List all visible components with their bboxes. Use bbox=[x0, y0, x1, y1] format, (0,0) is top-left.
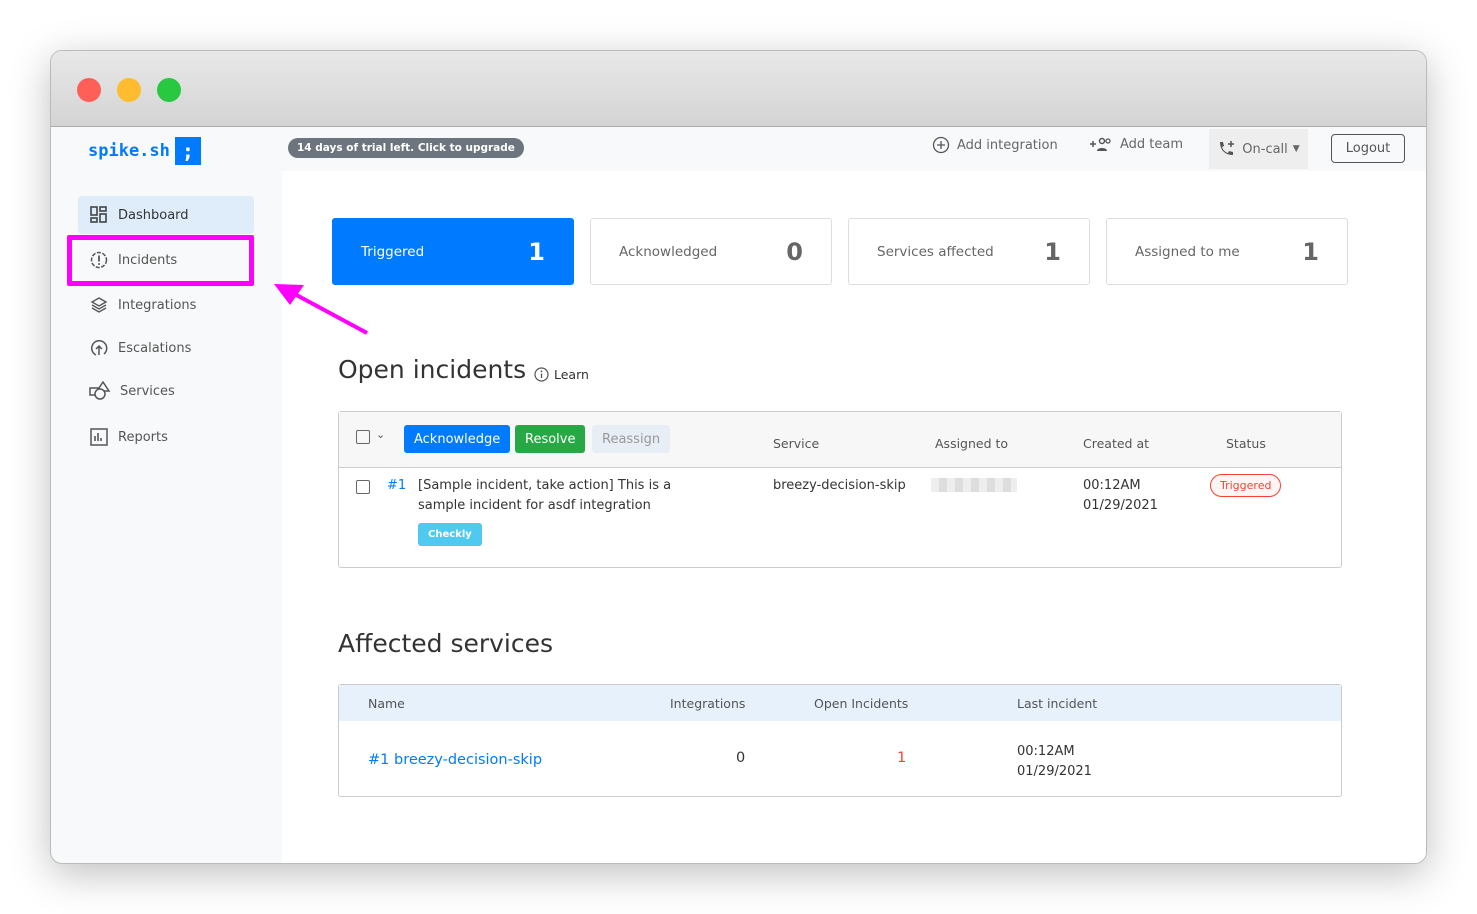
add-integration-label: Add integration bbox=[957, 137, 1058, 153]
layers-icon bbox=[90, 297, 108, 313]
info-icon bbox=[534, 367, 549, 382]
add-integration-link[interactable]: Add integration bbox=[932, 136, 1058, 154]
affected-services-table: Name Integrations Open Incidents Last in… bbox=[338, 684, 1342, 797]
acknowledge-button[interactable]: Acknowledge bbox=[404, 425, 511, 453]
resolve-button[interactable]: Resolve bbox=[515, 425, 586, 453]
sidebar-item-label: Reports bbox=[118, 429, 168, 445]
column-header-open-incidents: Open Incidents bbox=[814, 696, 909, 711]
plus-circle-icon bbox=[932, 136, 950, 154]
logout-button[interactable]: Logout bbox=[1331, 134, 1405, 163]
column-header-last-incident: Last incident bbox=[1017, 696, 1098, 711]
reports-icon bbox=[90, 428, 108, 446]
add-team-link[interactable]: Add team bbox=[1089, 136, 1183, 152]
incident-service: breezy-decision-skip bbox=[773, 478, 906, 493]
column-header-created-at: Created at bbox=[1083, 436, 1150, 451]
learn-label: Learn bbox=[554, 367, 589, 382]
browser-window: spike.sh; 14 days of trial left. Click t… bbox=[50, 50, 1427, 864]
stat-card-services-affected[interactable]: Services affected 1 bbox=[848, 218, 1090, 285]
stat-card-triggered[interactable]: Triggered 1 bbox=[332, 218, 574, 285]
pointer-arrow bbox=[274, 284, 368, 335]
column-header-assigned-to: Assigned to bbox=[935, 436, 1009, 451]
minimize-window-button[interactable] bbox=[117, 78, 141, 102]
stat-card-assigned-to-me[interactable]: Assigned to me 1 bbox=[1106, 218, 1348, 285]
learn-link[interactable]: Learn bbox=[534, 367, 589, 382]
last-incident-date: 01/29/2021 bbox=[1017, 764, 1092, 779]
add-team-icon bbox=[1090, 137, 1111, 151]
maximize-window-button[interactable] bbox=[157, 78, 181, 102]
on-call-dropdown[interactable]: On-call ▼ bbox=[1209, 129, 1308, 169]
select-all-checkbox[interactable] bbox=[356, 430, 370, 444]
stat-value: 0 bbox=[786, 237, 803, 266]
logo[interactable]: spike.sh; bbox=[88, 137, 201, 165]
title-bar bbox=[51, 51, 1426, 127]
open-incidents-count: 1 bbox=[897, 750, 907, 766]
logo-mark: ; bbox=[174, 137, 201, 165]
incident-id-link[interactable]: #1 bbox=[387, 476, 406, 496]
open-incidents-table: ⌄ Acknowledge Resolve Reassign Service A… bbox=[338, 411, 1342, 568]
sidebar-item-reports[interactable]: Reports bbox=[78, 418, 254, 456]
stat-label: Triggered bbox=[361, 243, 425, 260]
sidebar-item-label: Services bbox=[120, 383, 175, 399]
sidebar-item-integrations[interactable]: Integrations bbox=[78, 286, 254, 324]
stat-value: 1 bbox=[1044, 237, 1061, 266]
stat-label: Assigned to me bbox=[1135, 243, 1240, 260]
incident-title[interactable]: [Sample incident, take action] This is a… bbox=[418, 476, 718, 516]
row-checkbox[interactable] bbox=[356, 480, 370, 494]
dashboard-icon bbox=[90, 206, 107, 223]
integrations-count: 0 bbox=[736, 750, 746, 766]
sidebar-item-services[interactable]: Services bbox=[78, 372, 254, 410]
status-badge: Triggered bbox=[1210, 474, 1282, 497]
sidebar-item-label: Dashboard bbox=[118, 207, 189, 223]
open-incidents-title: Open incidents bbox=[338, 355, 527, 384]
logo-text: spike.sh bbox=[88, 141, 170, 161]
sidebar-item-escalations[interactable]: Escalations bbox=[78, 329, 254, 367]
stat-label: Acknowledged bbox=[619, 243, 718, 260]
column-header-service: Service bbox=[773, 436, 820, 451]
column-header-name: Name bbox=[368, 696, 405, 711]
last-incident-time: 00:12AM bbox=[1017, 744, 1075, 759]
trial-banner[interactable]: 14 days of trial left. Click to upgrade bbox=[288, 138, 524, 158]
add-team-label: Add team bbox=[1120, 136, 1184, 152]
created-time: 00:12AM bbox=[1083, 478, 1141, 493]
caret-down-icon: ▼ bbox=[1292, 144, 1300, 154]
sidebar-item-label: Integrations bbox=[118, 297, 197, 313]
column-header-status: Status bbox=[1226, 436, 1266, 451]
created-date: 01/29/2021 bbox=[1083, 498, 1158, 513]
column-header-integrations: Integrations bbox=[670, 696, 746, 711]
affected-services-title: Affected services bbox=[338, 629, 554, 658]
assignee-blurred bbox=[931, 478, 1017, 492]
stat-value: 1 bbox=[528, 237, 545, 266]
sidebar-item-dashboard[interactable]: Dashboard bbox=[78, 196, 254, 234]
phone-plus-icon bbox=[1220, 141, 1235, 155]
stat-value: 1 bbox=[1302, 237, 1319, 266]
chevron-down-icon[interactable]: ⌄ bbox=[376, 428, 385, 441]
on-call-label: On-call bbox=[1242, 141, 1288, 157]
integration-tag: Checkly bbox=[418, 523, 482, 546]
stat-card-acknowledged[interactable]: Acknowledged 0 bbox=[590, 218, 832, 285]
service-link[interactable]: #1 breezy-decision-skip bbox=[368, 750, 542, 770]
escalation-icon bbox=[90, 339, 108, 356]
close-window-button[interactable] bbox=[77, 78, 101, 102]
stat-label: Services affected bbox=[877, 243, 994, 260]
reassign-button[interactable]: Reassign bbox=[592, 425, 671, 453]
services-icon bbox=[89, 381, 111, 400]
highlight-box bbox=[67, 235, 254, 286]
sidebar-item-label: Escalations bbox=[118, 340, 192, 356]
